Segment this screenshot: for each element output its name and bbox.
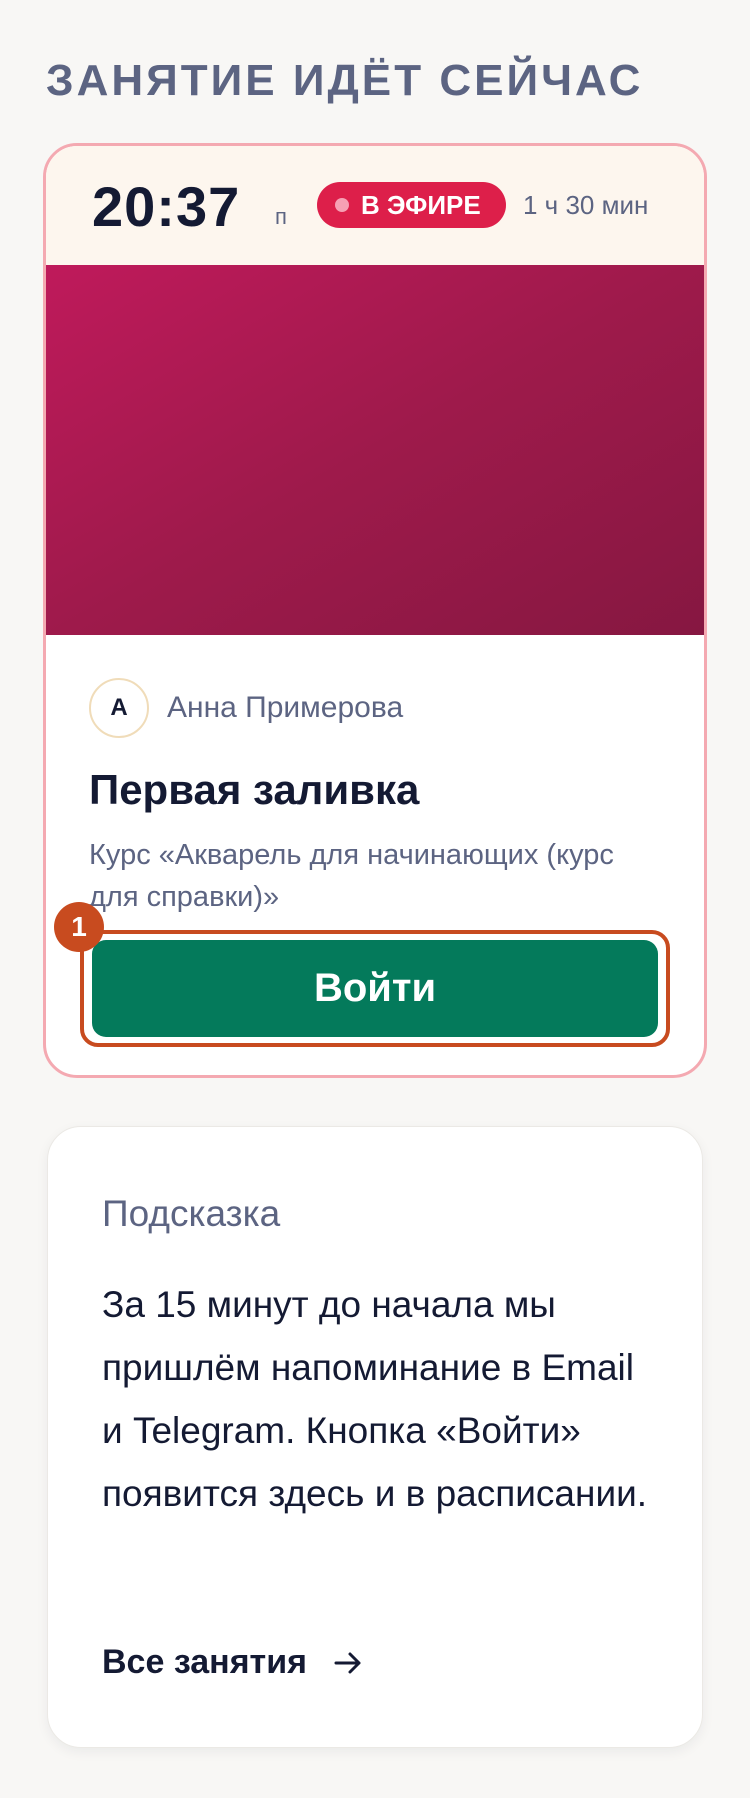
hint-card: Подсказка За 15 минут до начала мы пришл…: [47, 1126, 703, 1748]
all-lessons-label: Все занятия: [102, 1643, 307, 1681]
live-lesson-card: 20:37 п В ЭФИРЕ 1 ч 30 мин А Анна Пример…: [43, 143, 707, 1078]
course-name: Курс «Акварель для начинающих (курс для …: [89, 839, 614, 913]
card-header: 20:37 п В ЭФИРЕ 1 ч 30 мин: [46, 146, 704, 265]
lesson-duration: 1 ч 30 мин: [523, 190, 649, 220]
join-button[interactable]: Войти: [92, 940, 658, 1037]
live-badge: В ЭФИРЕ: [317, 182, 506, 228]
live-badge-label: В ЭФИРЕ: [361, 189, 481, 220]
teacher-row: А Анна Примерова: [89, 678, 403, 738]
lesson-day: п: [275, 204, 287, 229]
lesson-title: Первая заливка: [89, 766, 420, 813]
teacher-name: Анна Примерова: [167, 691, 404, 724]
section-title: ЗАНЯТИЕ ИДЁТ СЕЙЧАС: [46, 56, 644, 105]
teacher-avatar: А: [89, 678, 149, 738]
arrow-right-icon: [334, 1652, 361, 1673]
hint-title: Подсказка: [102, 1193, 281, 1234]
live-dot-icon: [335, 198, 349, 212]
join-button-highlight: Войти: [80, 930, 670, 1047]
hint-text: За 15 минут до начала мы пришлём напомин…: [102, 1284, 648, 1514]
step-marker: 1: [54, 902, 104, 952]
lesson-cover-image: [46, 265, 704, 635]
lesson-time: 20:37: [92, 175, 241, 238]
all-lessons-link[interactable]: Все занятия: [102, 1643, 363, 1682]
